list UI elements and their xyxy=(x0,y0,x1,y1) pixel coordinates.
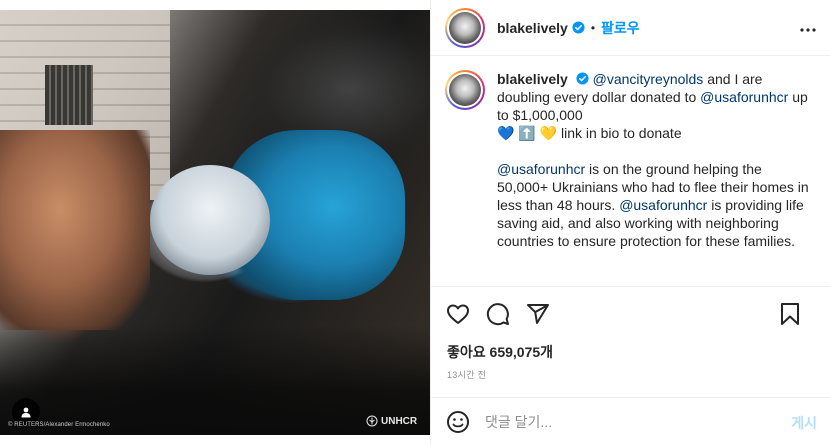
send-icon xyxy=(527,303,549,324)
comment-icon xyxy=(486,302,509,325)
caption-text-segment: link in bio to donate xyxy=(557,125,682,141)
comment-bar: 게시 xyxy=(431,397,830,445)
more-options-icon[interactable] xyxy=(799,18,817,36)
unhcr-watermark: UNHCR xyxy=(366,415,417,427)
emoji-button[interactable] xyxy=(445,409,471,435)
avatar[interactable] xyxy=(445,7,485,48)
post-comment-button[interactable]: 게시 xyxy=(791,413,817,433)
post-header: blakelively • 팔로우 xyxy=(431,0,830,56)
header-username[interactable]: blakelively xyxy=(497,20,568,36)
unhcr-text: UNHCR xyxy=(381,415,418,427)
caption-paragraph-2: @usaforunhcr is on the ground helping th… xyxy=(497,160,815,250)
caption-text: blakelively @vancityreynolds and I are d… xyxy=(497,70,815,286)
verified-badge-icon xyxy=(572,21,585,34)
post-timestamp[interactable]: 13시간 전 xyxy=(447,368,486,381)
emoji-sequence: 💙 ⬆️ 💛 xyxy=(497,125,558,141)
post-media-panel: © REUTERS/Alexander Ermochenko UNHCR xyxy=(0,0,430,445)
action-bar xyxy=(431,286,830,340)
mention-link[interactable]: @usaforunhcr xyxy=(619,197,707,213)
avatar-image xyxy=(449,11,481,44)
photo-credit: © REUTERS/Alexander Ermochenko xyxy=(8,422,110,428)
likes-count[interactable]: 좋아요 659,075개 xyxy=(447,342,553,362)
post-side-panel: blakelively • 팔로우 blakelively @vancityre… xyxy=(430,0,830,445)
heart-icon xyxy=(447,304,469,324)
bookmark-icon xyxy=(781,303,799,325)
caption-verified-badge-icon xyxy=(576,72,589,85)
caption-avatar-image xyxy=(449,74,481,106)
mention-link[interactable]: @usaforunhcr xyxy=(497,161,585,177)
photo-train-vent xyxy=(45,65,93,125)
post-photo[interactable] xyxy=(0,10,430,435)
like-button[interactable] xyxy=(445,301,471,327)
follow-button[interactable]: 팔로우 xyxy=(601,18,640,38)
caption-area: blakelively @vancityreynolds and I are d… xyxy=(431,56,830,286)
smiley-icon xyxy=(447,410,469,433)
share-button[interactable] xyxy=(525,301,551,327)
photo-child-hat xyxy=(150,165,270,275)
unhcr-logo-icon xyxy=(366,415,378,427)
caption-username[interactable]: blakelively xyxy=(497,71,568,87)
comment-button[interactable] xyxy=(485,301,511,327)
caption-paragraph-1: blakelively @vancityreynolds and I are d… xyxy=(497,70,815,142)
mention-link[interactable]: @usaforunhcr xyxy=(700,89,788,105)
header-separator: • xyxy=(590,20,596,35)
mention-link[interactable]: @vancityreynolds xyxy=(593,71,704,87)
photo-woman-hair xyxy=(0,130,150,330)
caption-avatar[interactable] xyxy=(445,70,485,110)
save-button[interactable] xyxy=(777,301,803,327)
person-icon xyxy=(21,407,31,418)
comment-input[interactable] xyxy=(485,413,755,430)
